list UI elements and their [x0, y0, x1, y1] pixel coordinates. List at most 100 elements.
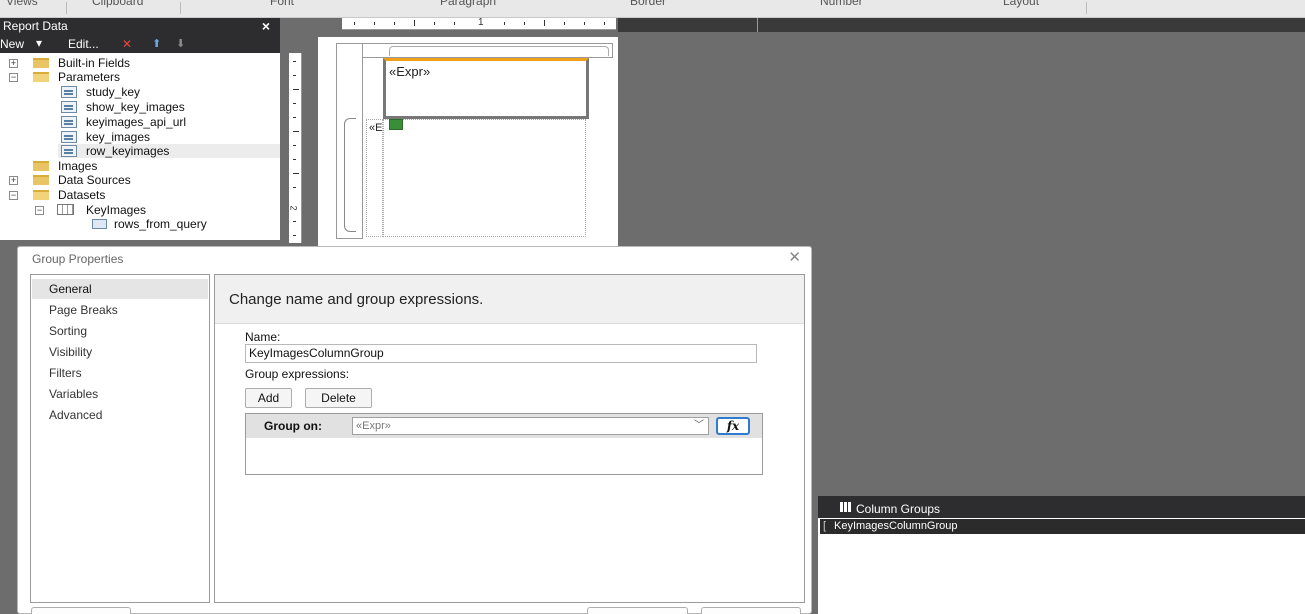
ruler-tick [504, 22, 505, 25]
chevron-down-icon[interactable]: ﹀ [694, 418, 704, 434]
ruler-tick [454, 22, 455, 25]
collapse-icon[interactable]: − [9, 73, 18, 82]
collapse-icon[interactable]: − [35, 206, 44, 215]
tree-item-param-study-key[interactable]: study_key [0, 85, 280, 99]
tree-item-param-row-keyimages[interactable]: row_keyimages [0, 144, 280, 158]
tree-label: row_keyimages [86, 144, 170, 158]
tree-item-dataset-keyimages[interactable]: − KeyImages [0, 203, 280, 217]
ruler-tick [293, 89, 299, 90]
tree-label: Datasets [58, 188, 106, 202]
ruler-tick [374, 22, 375, 25]
ruler-tick [293, 131, 299, 132]
tree-label: Data Sources [58, 173, 131, 187]
tree-item-data-sources[interactable]: + Data Sources [0, 173, 280, 187]
content-header: Change name and group expressions. [215, 275, 804, 324]
edit-button[interactable]: Edit... [68, 35, 99, 53]
open-folder-icon [33, 72, 49, 82]
tree-item-field-rows-from-query[interactable]: rows_from_query [0, 217, 280, 231]
column-group-label: KeyImagesColumnGroup [834, 520, 958, 532]
name-label: Name: [245, 330, 281, 344]
report-data-title: Report Data [3, 19, 68, 33]
ruler-tick [293, 117, 296, 118]
collapse-icon[interactable]: − [9, 191, 18, 200]
tree-item-param-keyimages-api-url[interactable]: keyimages_api_url [0, 115, 280, 129]
smart-tag-icon[interactable] [389, 119, 403, 130]
group-expressions-label: Group expressions: [245, 367, 350, 381]
folder-icon [33, 161, 49, 171]
detail-cell[interactable] [383, 119, 586, 237]
app-window: Views Clipboard Font Paragraph Border Nu… [0, 0, 1305, 614]
ruler-tick [293, 173, 299, 174]
delete-button[interactable]: Delete [305, 388, 372, 408]
ruler-tick [564, 22, 565, 25]
cancel-button[interactable] [701, 607, 801, 614]
tree-item-param-show-key-images[interactable]: show_key_images [0, 100, 280, 114]
ribbon-group-font[interactable]: Font [270, 0, 294, 8]
tree-label: KeyImages [86, 203, 147, 217]
new-button[interactable]: New [0, 35, 24, 53]
close-icon[interactable]: × [262, 18, 270, 35]
ribbon-group-paragraph[interactable]: Paragraph [440, 0, 496, 8]
add-button[interactable]: Add [245, 388, 292, 408]
grid-row: Group on: «Expr» ﹀ fx [246, 414, 762, 438]
ribbon-separator [66, 2, 67, 14]
ribbon-group-layout[interactable]: Layout [1003, 0, 1039, 8]
help-button[interactable] [31, 607, 131, 614]
row-group-bracket [344, 118, 356, 232]
horizontal-ruler: 1 [342, 17, 616, 30]
group-on-value: «Expr» [356, 420, 391, 432]
tree-label: Images [58, 159, 98, 173]
ribbon-separator [180, 2, 181, 14]
column-groups-header: Column Groups [818, 496, 1305, 518]
ok-button[interactable] [587, 607, 688, 614]
group-name-input[interactable]: KeyImagesColumnGroup [245, 344, 757, 363]
group-on-label: Group on: [264, 419, 322, 433]
tree-item-images[interactable]: Images [0, 159, 280, 173]
close-icon[interactable]: ✕ [788, 248, 801, 266]
selected-expression-cell[interactable]: «Expr» [383, 58, 589, 119]
ruler-tick [584, 22, 585, 25]
expression-fx-button[interactable]: fx [716, 417, 750, 435]
tree-item-datasets[interactable]: − Datasets [0, 188, 280, 202]
tree-item-param-key-images[interactable]: key_images [0, 130, 280, 144]
ruler-tick [293, 187, 296, 188]
ribbon-group-number[interactable]: Number [820, 0, 863, 8]
parameter-icon [61, 101, 77, 113]
nav-item-advanced[interactable]: Advanced [32, 405, 208, 425]
nav-item-sorting[interactable]: Sorting [32, 321, 208, 341]
expression-placeholder: «Expr» [389, 64, 431, 79]
ribbon-group-border[interactable]: Border [630, 0, 666, 8]
tree-label: Parameters [58, 70, 121, 84]
report-data-header: Report Data × [0, 18, 280, 35]
ruler-tick [293, 159, 296, 160]
ribbon-group-clipboard[interactable]: Clipboard [92, 0, 143, 8]
ruler-tick [604, 22, 605, 25]
group-on-combobox[interactable]: «Expr» ﹀ [352, 417, 709, 435]
delete-icon[interactable]: ✕ [122, 35, 132, 53]
expand-icon[interactable]: + [9, 176, 18, 185]
ruler-tick [524, 22, 525, 25]
folder-icon [33, 175, 49, 185]
tree-label: rows_from_query [114, 217, 207, 231]
tree-item-built-in-fields[interactable]: + Built-in Fields [0, 56, 280, 70]
column-group-item[interactable]: [ KeyImagesColumnGroup [820, 519, 1305, 534]
expand-icon[interactable]: + [9, 59, 18, 68]
ruler-tick [293, 103, 296, 104]
ruler-tick [354, 22, 355, 25]
ribbon-separator [1086, 2, 1087, 14]
divider [757, 18, 758, 32]
ruler-tick [394, 22, 395, 25]
nav-item-variables[interactable]: Variables [32, 384, 208, 404]
nav-item-filters[interactable]: Filters [32, 363, 208, 383]
nav-item-page-breaks[interactable]: Page Breaks [32, 300, 208, 320]
ribbon-group-views[interactable]: Views [6, 0, 38, 8]
row-header-cell[interactable]: «E [366, 119, 383, 237]
move-up-icon[interactable]: ⬆ [152, 35, 161, 53]
folder-icon [33, 58, 49, 68]
nav-item-general[interactable]: General [32, 279, 208, 299]
move-down-icon[interactable]: ⬇ [176, 35, 185, 53]
tree-item-parameters[interactable]: − Parameters [0, 70, 280, 84]
chevron-down-icon[interactable]: ▾ [36, 34, 42, 52]
nav-item-visibility[interactable]: Visibility [32, 342, 208, 362]
expression-placeholder-truncated: «E [369, 122, 383, 134]
